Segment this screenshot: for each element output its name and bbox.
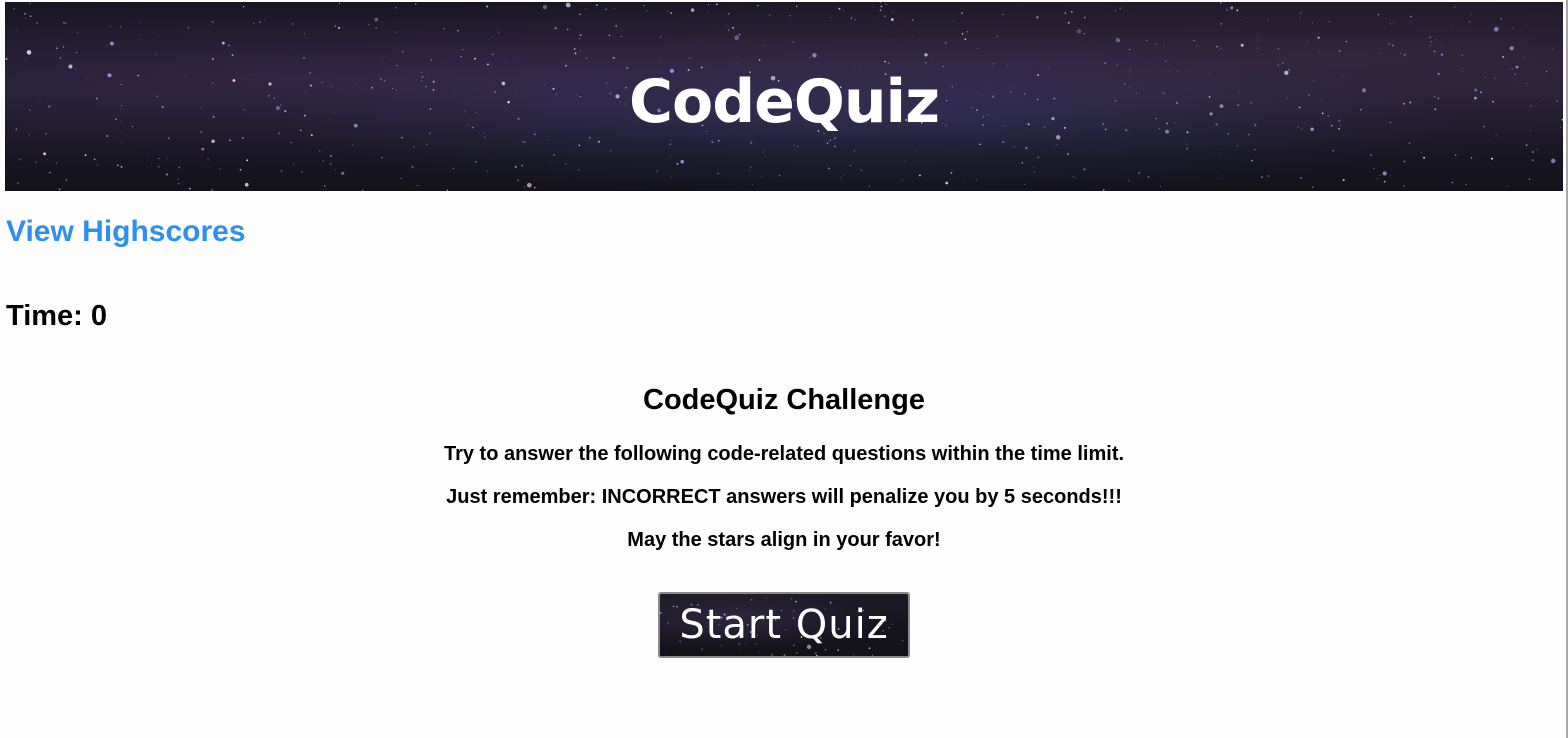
start-quiz-button[interactable]: Start Quiz bbox=[658, 592, 910, 658]
view-highscores-link[interactable]: View Highscores bbox=[6, 214, 246, 250]
intro-heading: CodeQuiz Challenge bbox=[643, 384, 925, 416]
page: CodeQuiz View Highscores Time: 0 CodeQui… bbox=[0, 0, 1568, 738]
page-title: CodeQuiz bbox=[628, 67, 940, 137]
intro-line-penalty: Just remember: INCORRECT answers will pe… bbox=[446, 486, 1122, 508]
intro-section: CodeQuiz Challenge Try to answer the fol… bbox=[0, 380, 1568, 552]
timer-display: Time: 0 bbox=[6, 300, 108, 332]
start-quiz-label: Start Quiz bbox=[679, 602, 889, 648]
header-banner: CodeQuiz bbox=[5, 2, 1563, 191]
intro-line-good-luck: May the stars align in your favor! bbox=[627, 529, 941, 551]
intro-line-time-limit: Try to answer the following code-related… bbox=[443, 443, 1125, 465]
